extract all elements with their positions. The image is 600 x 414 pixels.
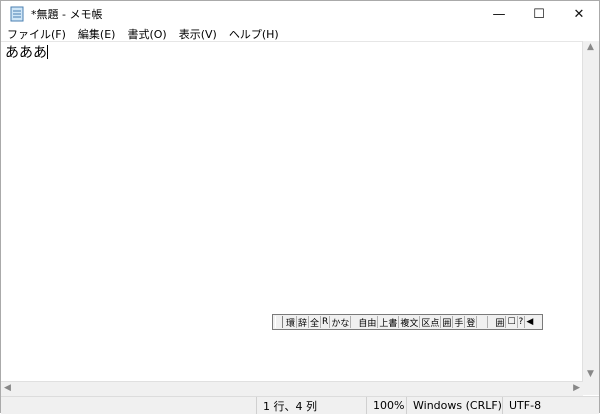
right-arrow-icon[interactable]: ▶ (573, 384, 580, 393)
ime-drag-handle[interactable] (275, 316, 283, 328)
ime-multi-button[interactable]: 複文 (399, 316, 421, 329)
status-line-ending: Windows (CRLF) (406, 397, 502, 414)
status-cursor-position: 1 行、4 列 (256, 397, 366, 414)
status-encoding: UTF-8 (502, 397, 598, 414)
up-arrow-icon[interactable]: ▲ (587, 43, 594, 52)
ime-box-button[interactable]: 囲 (441, 316, 454, 329)
horizontal-scrollbar[interactable]: ◀ ▶ (1, 381, 583, 396)
text-caret (47, 45, 48, 59)
text-editor[interactable]: あああ (1, 41, 583, 382)
window-title: *無題 - メモ帳 (31, 8, 103, 21)
menu-format[interactable]: 書式(O) (127, 26, 166, 42)
maximize-button[interactable]: ☐ (519, 1, 559, 27)
minimize-button[interactable]: — (479, 1, 519, 27)
ime-overwrite-button[interactable]: 上書 (378, 316, 400, 329)
ime-env-button[interactable]: 環 (285, 316, 298, 329)
vertical-scrollbar[interactable]: ▲ ▼ (582, 41, 599, 381)
minimize-icon: — (492, 6, 506, 22)
editor-text: あああ (5, 45, 47, 61)
menu-view[interactable]: 表示(V) (179, 26, 217, 42)
ime-free-button[interactable]: 自由 (357, 316, 379, 329)
maximize-icon: ☐ (533, 6, 545, 22)
ime-collapse-icon[interactable]: ◀ (525, 316, 534, 328)
ime-dict-button[interactable]: 辞 (297, 316, 310, 329)
ime-kana-button[interactable]: かな (330, 316, 352, 329)
close-button[interactable]: ✕ (559, 1, 599, 27)
menu-file[interactable]: ファイル(F) (7, 26, 66, 42)
ime-roman-button[interactable]: R (321, 316, 331, 328)
ime-toolbar[interactable]: 環 辞 全 R かな 自由 上書 複文 区点 囲 手 登 囲 ☐ ? ◀ (272, 314, 543, 330)
ime-window-button[interactable]: ☐ (506, 316, 518, 328)
ime-help-button[interactable]: ? (518, 316, 526, 328)
status-bar: 1 行、4 列 100% Windows (CRLF) UTF-8 (1, 396, 599, 414)
scrollbar-corner (583, 381, 599, 395)
ime-zenkaku-button[interactable]: 全 (309, 316, 322, 329)
menu-bar: ファイル(F) 編集(E) 書式(O) 表示(V) ヘルプ(H) (1, 27, 599, 41)
left-arrow-icon[interactable]: ◀ (4, 384, 11, 393)
down-arrow-icon[interactable]: ▼ (587, 370, 594, 379)
title-bar[interactable]: *無題 - メモ帳 — ☐ ✕ (1, 1, 599, 27)
notepad-window: *無題 - メモ帳 — ☐ ✕ ファイル(F) 編集(E) 書式(O) 表示(V… (0, 0, 600, 414)
status-zoom: 100% (366, 397, 406, 414)
ime-palette-button[interactable]: 囲 (494, 316, 507, 329)
window-controls: — ☐ ✕ (479, 1, 599, 27)
ime-kuten-button[interactable]: 区点 (420, 316, 442, 329)
close-icon: ✕ (573, 6, 585, 22)
ime-hand-button[interactable]: 手 (453, 316, 466, 329)
menu-help[interactable]: ヘルプ(H) (229, 26, 279, 42)
menu-edit[interactable]: 編集(E) (78, 26, 116, 42)
notepad-icon (10, 6, 24, 22)
editor-content[interactable]: あああ (5, 42, 48, 62)
ime-register-button[interactable]: 登 (465, 316, 478, 329)
ime-blank-button[interactable] (477, 316, 489, 328)
